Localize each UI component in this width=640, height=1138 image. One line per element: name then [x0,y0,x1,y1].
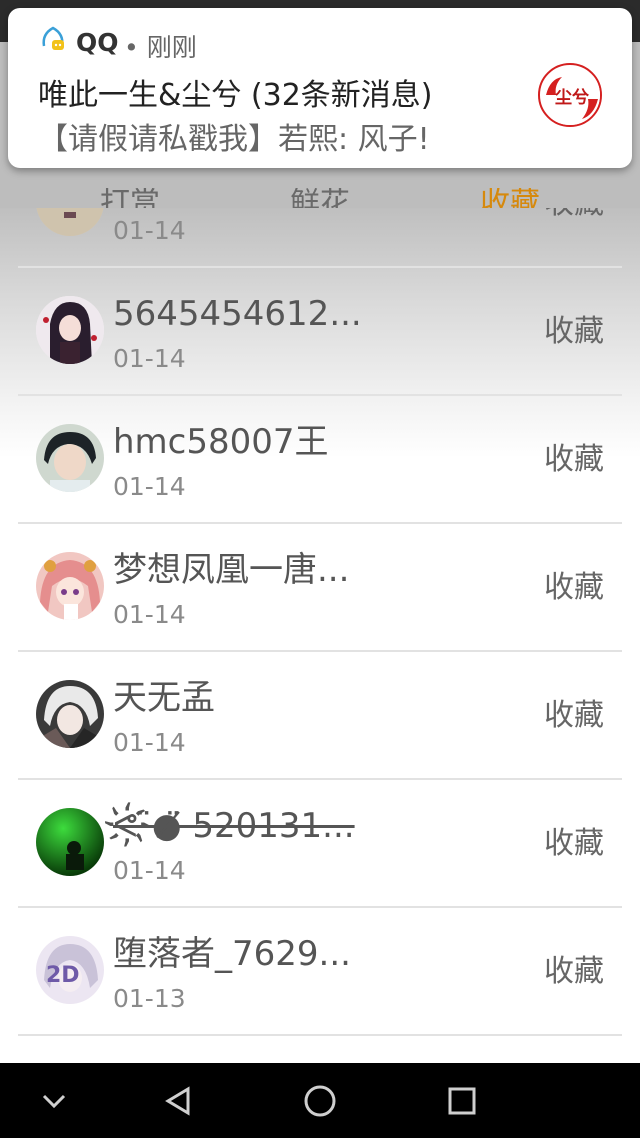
list-item[interactable]: 2D 堕落者_7629... 01-13 收藏 [0,908,640,1036]
user-name: ᕙ҉̈●̸̈ 520131... [113,806,355,846]
date-label: 01-14 [113,344,186,373]
avatar [36,808,104,876]
user-name: 5645454612... [113,294,362,334]
list-item[interactable] [0,1036,640,1064]
list-item[interactable]: 梦想凤凰一唐... 01-14 收藏 [0,524,640,652]
action-label: 收藏 [544,442,604,477]
list-item[interactable]: 5645454612... 01-14 收藏 [0,268,640,396]
recent-square-icon[interactable] [442,1081,482,1121]
qq-icon [38,24,68,60]
avatar [36,552,104,620]
notification-app-name: QQ [76,28,119,57]
user-name: hmc58007王 [113,422,329,462]
action-label: 收藏 [544,698,604,733]
date-label: 01-14 [113,856,186,885]
logo-text: 尘兮 [555,87,589,108]
date-label: 01-14 [113,472,186,501]
qq-notification[interactable]: QQ • 刚刚 唯此一生&尘兮 (32条新消息) 【请假请私戳我】若熙: 风子!… [8,8,632,168]
list-item[interactable]: hmc58007王 01-14 收藏 [0,396,640,524]
avatar [36,680,104,748]
notification-message: 【请假请私戳我】若熙: 风子! [38,122,430,157]
favorites-list[interactable]: 01-14 收藏 5645454612... 01-14 收藏 [0,208,640,1064]
svg-text:2D: 2D [46,963,80,988]
group-avatar: 尘兮 [538,63,602,127]
home-circle-icon[interactable] [300,1081,340,1121]
chevron-down-icon[interactable] [34,1081,74,1121]
user-name: 天无孟 [113,678,215,718]
list-item[interactable]: 01-14 收藏 [0,208,640,268]
notification-time: • 刚刚 [124,33,197,62]
avatar [36,424,104,492]
action-label: 收藏 [544,826,604,861]
date-label: 01-14 [113,728,186,757]
action-label: 收藏 [544,954,604,989]
date-label: 01-14 [113,216,186,245]
date-label: 01-14 [113,600,186,629]
date-label: 01-13 [113,984,186,1013]
avatar [36,208,104,236]
action-label: 收藏 [544,314,604,349]
action-label: 收藏 [544,570,604,605]
user-name: 梦想凤凰一唐... [113,550,350,590]
user-name: 堕落者_7629... [113,934,351,974]
notification-title: 唯此一生&尘兮 (32条新消息) [38,78,433,113]
system-nav-bar [0,1063,640,1138]
action-label: 收藏 [544,208,604,222]
list-item[interactable]: ᕙ҉̈●̸̈ 520131... 01-14 收藏 [0,780,640,908]
avatar [36,296,104,364]
list-item[interactable]: 天无孟 01-14 收藏 [0,652,640,780]
avatar: 2D [36,936,104,1004]
back-triangle-icon[interactable] [158,1081,198,1121]
